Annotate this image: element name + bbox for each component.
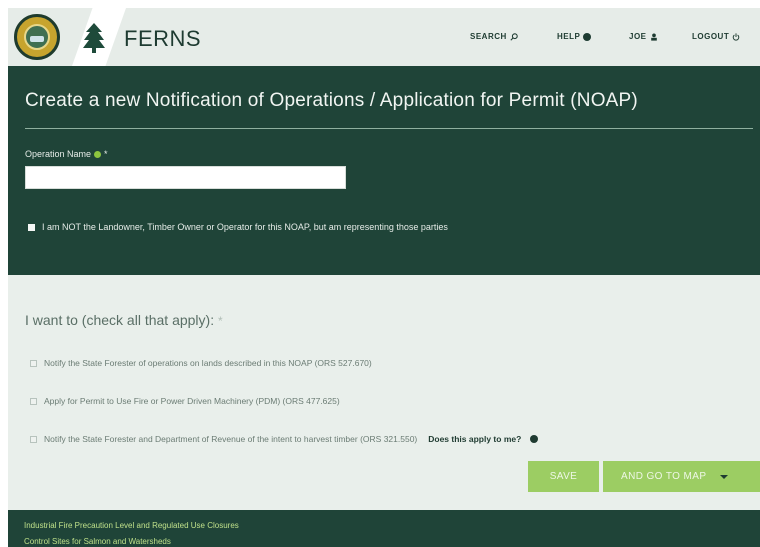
representing-parties-label: I am NOT the Landowner, Timber Owner or … [42,222,448,232]
operation-name-label: Operation Name * [25,149,108,159]
options-required-marker: * [217,314,223,328]
option-label: Apply for Permit to Use Fire or Power Dr… [44,396,340,406]
footer-link-fire-precaution[interactable]: Industrial Fire Precaution Level and Reg… [24,521,239,530]
nav-user[interactable]: JOE [629,32,658,41]
tree-icon [83,23,105,53]
save-button-label: SAVE [549,471,578,482]
footer: Industrial Fire Precaution Level and Reg… [8,510,760,547]
nav-help-label: HELP [557,32,581,41]
required-marker: * [104,149,108,159]
title-divider [25,128,753,129]
save-button[interactable]: SAVE [528,461,599,492]
option-label: Notify the State Forester and Department… [44,434,418,444]
option-harvest-timber-checkbox[interactable] [30,435,37,443]
info-icon[interactable] [94,150,102,158]
option-pdm-permit[interactable]: Apply for Permit to Use Fire or Power Dr… [30,396,340,406]
question-icon[interactable] [530,435,539,443]
representing-parties-option[interactable]: I am NOT the Landowner, Timber Owner or … [28,222,448,232]
nav-logout-label: LOGOUT [692,32,730,41]
nav-search[interactable]: SEARCH [470,32,518,41]
representing-parties-checkbox[interactable] [28,223,35,231]
user-icon [650,33,657,41]
app-brand[interactable]: FERNS [124,26,201,52]
save-and-go-to-map-button[interactable]: AND GO TO MAP [603,461,760,492]
nav-user-label: JOE [629,32,647,41]
option-label: Notify the State Forester of operations … [44,358,372,368]
state-seal-logo[interactable] [14,14,60,60]
caret-down-icon[interactable] [720,474,729,479]
options-heading: I want to (check all that apply): * [25,312,223,328]
options-section: I want to (check all that apply): * Noti… [8,275,760,510]
option-harvest-timber[interactable]: Notify the State Forester and Department… [30,434,539,444]
nav-help[interactable]: HELP [557,32,592,41]
help-icon [583,32,592,41]
options-heading-text: I want to (check all that apply): [25,312,215,328]
app-window: FERNS SEARCH HELP JOE LOGOUT Create a ne… [8,8,760,547]
nav-logout[interactable]: LOGOUT [692,32,740,41]
operation-name-label-text: Operation Name [25,149,92,159]
search-icon [510,32,518,41]
option-notify-operations-checkbox[interactable] [30,359,37,367]
noap-form-panel: Create a new Notification of Operations … [8,66,760,275]
save-map-button-label: AND GO TO MAP [621,471,707,482]
nav-search-label: SEARCH [470,32,507,41]
power-icon [732,32,740,41]
operation-name-input[interactable] [25,166,346,189]
applies-to-me-link[interactable]: Does this apply to me? [428,434,521,444]
option-pdm-permit-checkbox[interactable] [30,397,37,405]
option-notify-operations[interactable]: Notify the State Forester of operations … [30,358,372,368]
top-header: FERNS SEARCH HELP JOE LOGOUT [8,8,760,66]
page-title: Create a new Notification of Operations … [25,90,638,111]
footer-link-salmon-watersheds[interactable]: Control Sites for Salmon and Watersheds [24,537,171,546]
